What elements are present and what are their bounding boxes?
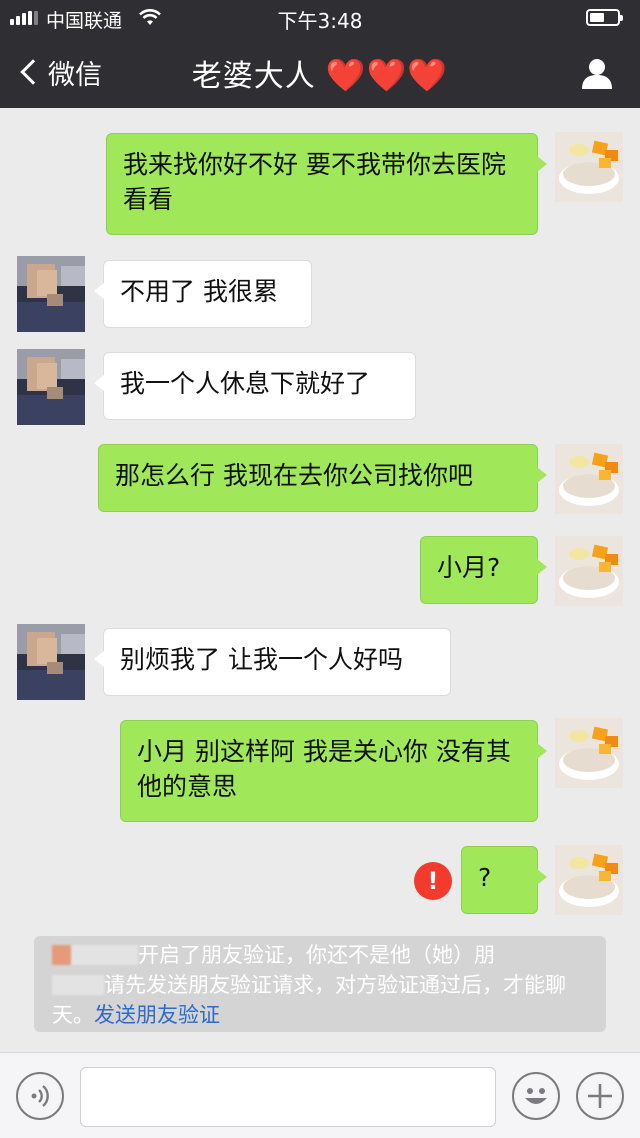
message-bubble[interactable]: 那怎么行 我现在去你公司找你吧 bbox=[98, 444, 547, 512]
battery-icon bbox=[586, 9, 623, 26]
contact-avatar[interactable] bbox=[17, 256, 85, 332]
chat-header: 微信 老婆大人 ❤️❤️❤️ bbox=[0, 36, 640, 108]
send-verification-link[interactable]: 发送朋友验证 bbox=[94, 1003, 220, 1027]
my-avatar[interactable] bbox=[555, 718, 623, 788]
contact-avatar[interactable] bbox=[17, 349, 85, 425]
voice-icon bbox=[31, 1085, 49, 1107]
more-button[interactable] bbox=[576, 1072, 624, 1120]
message-bubble[interactable]: ? bbox=[461, 846, 547, 914]
blurred-name bbox=[52, 945, 138, 965]
message-input[interactable] bbox=[80, 1067, 496, 1127]
voice-button[interactable] bbox=[16, 1072, 64, 1120]
message-bubble[interactable]: 我来找你好不好 要不我带你去医院看看 bbox=[106, 133, 547, 235]
status-time: 下午3:48 bbox=[277, 9, 363, 33]
emoji-icon bbox=[525, 1088, 547, 1104]
emoji-button[interactable] bbox=[512, 1072, 560, 1120]
message-bubble[interactable]: 不用了 我很累 bbox=[94, 260, 312, 328]
message-bubble[interactable]: 小月 别这样阿 我是关心你 没有其他的意思 bbox=[120, 720, 547, 822]
chat-input-bar bbox=[0, 1052, 640, 1138]
chat-title-text: 老婆大人 bbox=[191, 59, 316, 94]
my-avatar[interactable] bbox=[555, 845, 623, 915]
blurred-name bbox=[52, 975, 104, 995]
notice-text-part1: 开启了朋友验证，你还不是他（她）朋 bbox=[138, 943, 495, 967]
friend-verification-notice: 开启了朋友验证，你还不是他（她）朋 请先发送朋友验证请求，对方验证通过后，才能聊… bbox=[34, 936, 606, 1032]
profile-icon[interactable] bbox=[580, 56, 614, 90]
message-bubble[interactable]: 小月? bbox=[420, 536, 547, 604]
my-avatar[interactable] bbox=[555, 536, 623, 606]
plus-icon bbox=[588, 1084, 612, 1108]
send-failed-icon[interactable]: ! bbox=[414, 862, 452, 900]
status-bar: 中国联通 下午3:48 bbox=[0, 0, 640, 36]
chat-title: 老婆大人 ❤️❤️❤️ bbox=[0, 51, 640, 95]
contact-avatar[interactable] bbox=[17, 624, 85, 700]
my-avatar[interactable] bbox=[555, 132, 623, 202]
message-bubble[interactable]: 别烦我了 让我一个人好吗 bbox=[94, 628, 451, 696]
my-avatar[interactable] bbox=[555, 444, 623, 514]
message-bubble[interactable]: 我一个人休息下就好了 bbox=[94, 352, 416, 420]
chat-title-hearts: ❤️❤️❤️ bbox=[325, 56, 449, 94]
